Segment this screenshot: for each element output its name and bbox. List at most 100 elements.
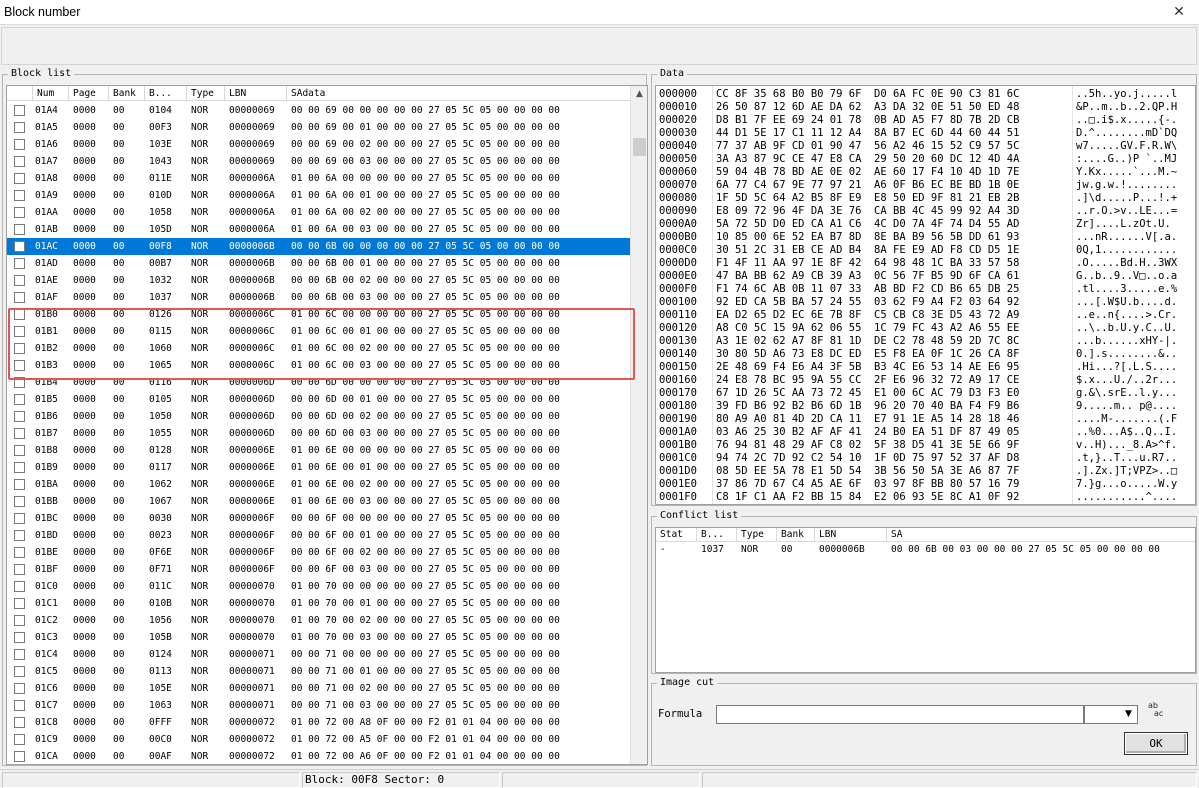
- table-row[interactable]: 01AF 0000 00 1037 NOR 0000006B 00 00 6B 00 03 …: [7, 289, 632, 306]
- row-checkbox[interactable]: [14, 462, 25, 473]
- table-row[interactable]: 01B6 0000 00 1050 NOR 0000006D 00 00 6D 00 02 …: [7, 408, 632, 425]
- column-header-type[interactable]: Type: [187, 86, 225, 101]
- column-header-bank[interactable]: Bank: [109, 86, 145, 101]
- table-row[interactable]: 01C4 0000 00 0124 NOR 00000071 00 00 71 00 00 …: [7, 646, 632, 663]
- table-row[interactable]: 01B3 0000 00 1065 NOR 0000006C 01 00 6C 00 03 …: [7, 357, 632, 374]
- table-row[interactable]: 01B5 0000 00 0105 NOR 0000006D 00 00 6D 00 01 …: [7, 391, 632, 408]
- row-checkbox[interactable]: [14, 309, 25, 320]
- row-checkbox[interactable]: [14, 496, 25, 507]
- row-checkbox[interactable]: [14, 343, 25, 354]
- column-header-block[interactable]: B...: [145, 86, 187, 101]
- hex-data-view[interactable]: 000000 CC 8F 35 68 B0 B0 79 6F D0 6A FC 0…: [655, 85, 1196, 505]
- row-checkbox[interactable]: [14, 105, 25, 116]
- table-row[interactable]: 01A6 0000 00 103E NOR 00000069 00 00 69 00 02 …: [7, 136, 632, 153]
- table-row[interactable]: 01A5 0000 00 00F3 NOR 00000069 00 00 69 00 01 …: [7, 119, 632, 136]
- formula-input[interactable]: [716, 705, 1084, 724]
- table-row[interactable]: 01AA 0000 00 1058 NOR 0000006A 01 00 6A 00 02 …: [7, 204, 632, 221]
- column-header-sadata[interactable]: SAdata: [287, 86, 632, 101]
- table-row[interactable]: 01C1 0000 00 010B NOR 00000070 01 00 70 00 01 …: [7, 595, 632, 612]
- conflict-column-sa[interactable]: SA: [887, 528, 1195, 542]
- table-row[interactable]: 01C2 0000 00 1056 NOR 00000070 01 00 70 00 02 …: [7, 612, 632, 629]
- row-checkbox[interactable]: [14, 530, 25, 541]
- formula-select[interactable]: ▼: [1084, 705, 1138, 724]
- row-checkbox[interactable]: [14, 581, 25, 592]
- row-checkbox[interactable]: [14, 156, 25, 167]
- table-row[interactable]: 01C6 0000 00 105E NOR 00000071 00 00 71 00 02 …: [7, 680, 632, 697]
- row-checkbox[interactable]: [14, 360, 25, 371]
- row-checkbox[interactable]: [14, 326, 25, 337]
- row-checkbox[interactable]: [14, 734, 25, 745]
- table-row[interactable]: 01AD 0000 00 00B7 NOR 0000006B 00 00 6B 00 01 …: [7, 255, 632, 272]
- row-checkbox[interactable]: [14, 700, 25, 711]
- table-row[interactable]: 01C7 0000 00 1063 NOR 00000071 00 00 71 00 03 …: [7, 697, 632, 714]
- table-row[interactable]: 01C0 0000 00 011C NOR 00000070 01 00 70 00 00 …: [7, 578, 632, 595]
- table-row[interactable]: 01BB 0000 00 1067 NOR 0000006E 01 00 6E 00 03 …: [7, 493, 632, 510]
- conflict-column-bank[interactable]: Bank: [777, 528, 815, 542]
- conflict-column-lbn[interactable]: LBN: [815, 528, 887, 542]
- column-header-num[interactable]: Num: [33, 86, 69, 101]
- row-checkbox[interactable]: [14, 513, 25, 524]
- table-row[interactable]: 01B0 0000 00 0126 NOR 0000006C 01 00 6C 00 00 …: [7, 306, 632, 323]
- row-checkbox[interactable]: [14, 292, 25, 303]
- row-checkbox[interactable]: [14, 241, 25, 252]
- table-row[interactable]: 01B1 0000 00 0115 NOR 0000006C 01 00 6C 00 01 …: [7, 323, 632, 340]
- close-icon[interactable]: ✕: [1159, 0, 1199, 25]
- conflict-column-type[interactable]: Type: [737, 528, 777, 542]
- row-checkbox[interactable]: [14, 632, 25, 643]
- table-row[interactable]: 01A4 0000 00 0104 NOR 00000069 00 00 69 00 00 …: [7, 102, 632, 119]
- replace-text-icon[interactable]: ab ac: [1148, 702, 1172, 724]
- row-checkbox[interactable]: [14, 564, 25, 575]
- row-checkbox[interactable]: [14, 139, 25, 150]
- table-row[interactable]: 01A9 0000 00 010D NOR 0000006A 01 00 6A 00 01 …: [7, 187, 632, 204]
- row-checkbox[interactable]: [14, 717, 25, 728]
- row-checkbox[interactable]: [14, 445, 25, 456]
- table-row[interactable]: 01C8 0000 00 0FFF NOR 00000072 01 00 72 00 A8 …: [7, 714, 632, 731]
- row-checkbox[interactable]: [14, 751, 25, 762]
- table-row[interactable]: 01C5 0000 00 0113 NOR 00000071 00 00 71 00 01 …: [7, 663, 632, 680]
- column-header-lbn[interactable]: LBN: [225, 86, 287, 101]
- table-row[interactable]: 01BD 0000 00 0023 NOR 0000006F 00 00 6F 00 01 …: [7, 527, 632, 544]
- table-row[interactable]: 01A8 0000 00 011E NOR 0000006A 01 00 6A 00 00 …: [7, 170, 632, 187]
- row-checkbox[interactable]: [14, 207, 25, 218]
- row-checkbox[interactable]: [14, 411, 25, 422]
- conflict-column-block[interactable]: B...: [697, 528, 737, 542]
- block-list[interactable]: Num Page Bank B... Type LBN SAdata 01A4 0…: [6, 85, 648, 765]
- table-row[interactable]: 01B4 0000 00 0116 NOR 0000006D 00 00 6D 00 00 …: [7, 374, 632, 391]
- table-row[interactable]: 01B7 0000 00 1055 NOR 0000006D 00 00 6D 00 03 …: [7, 425, 632, 442]
- scroll-thumb[interactable]: [633, 138, 646, 156]
- row-checkbox[interactable]: [14, 598, 25, 609]
- table-row[interactable]: 01BC 0000 00 0030 NOR 0000006F 00 00 6F 00 00 …: [7, 510, 632, 527]
- conflict-column-stat[interactable]: Stat: [656, 528, 697, 542]
- chevron-down-icon[interactable]: ▼: [1120, 706, 1137, 723]
- conflict-row[interactable]: - 1037 NOR 00 0000006B 00 00 6B 00 03 00…: [656, 542, 1195, 557]
- conflict-list[interactable]: Stat B... Type Bank LBN SA - 1037 NOR 00…: [655, 527, 1196, 673]
- row-checkbox[interactable]: [14, 224, 25, 235]
- table-row[interactable]: 01BA 0000 00 1062 NOR 0000006E 01 00 6E 00 02 …: [7, 476, 632, 493]
- row-checkbox[interactable]: [14, 666, 25, 677]
- row-checkbox[interactable]: [14, 190, 25, 201]
- row-checkbox[interactable]: [14, 275, 25, 286]
- table-row[interactable]: 01AC 0000 00 00F8 NOR 0000006B 00 00 6B 00 00 …: [7, 238, 632, 255]
- table-row[interactable]: 01B9 0000 00 0117 NOR 0000006E 01 00 6E 00 01 …: [7, 459, 632, 476]
- table-row[interactable]: 01C9 0000 00 00C0 NOR 00000072 01 00 72 00 A5 …: [7, 731, 632, 748]
- row-checkbox[interactable]: [14, 428, 25, 439]
- table-row[interactable]: 01C3 0000 00 105B NOR 00000070 01 00 70 00 03 …: [7, 629, 632, 646]
- table-row[interactable]: 01A7 0000 00 1043 NOR 00000069 00 00 69 00 03 …: [7, 153, 632, 170]
- row-checkbox[interactable]: [14, 683, 25, 694]
- row-checkbox[interactable]: [14, 258, 25, 269]
- table-row[interactable]: 01AB 0000 00 105D NOR 0000006A 01 00 6A 00 03 …: [7, 221, 632, 238]
- row-checkbox[interactable]: [14, 615, 25, 626]
- table-row[interactable]: 01BE 0000 00 0F6E NOR 0000006F 00 00 6F 00 02 …: [7, 544, 632, 561]
- table-row[interactable]: 01BF 0000 00 0F71 NOR 0000006F 00 00 6F 00 03 …: [7, 561, 632, 578]
- row-checkbox[interactable]: [14, 173, 25, 184]
- row-checkbox[interactable]: [14, 394, 25, 405]
- row-checkbox[interactable]: [14, 377, 25, 388]
- row-checkbox[interactable]: [14, 649, 25, 660]
- block-list-scrollbar[interactable]: ▲: [630, 86, 647, 764]
- row-checkbox[interactable]: [14, 122, 25, 133]
- column-header-page[interactable]: Page: [69, 86, 109, 101]
- scroll-up-icon[interactable]: ▲: [631, 86, 647, 102]
- table-row[interactable]: 01AE 0000 00 1032 NOR 0000006B 00 00 6B 00 02 …: [7, 272, 632, 289]
- table-row[interactable]: 01CA 0000 00 00AF NOR 00000072 01 00 72 00 A6 …: [7, 748, 632, 764]
- row-checkbox[interactable]: [14, 547, 25, 558]
